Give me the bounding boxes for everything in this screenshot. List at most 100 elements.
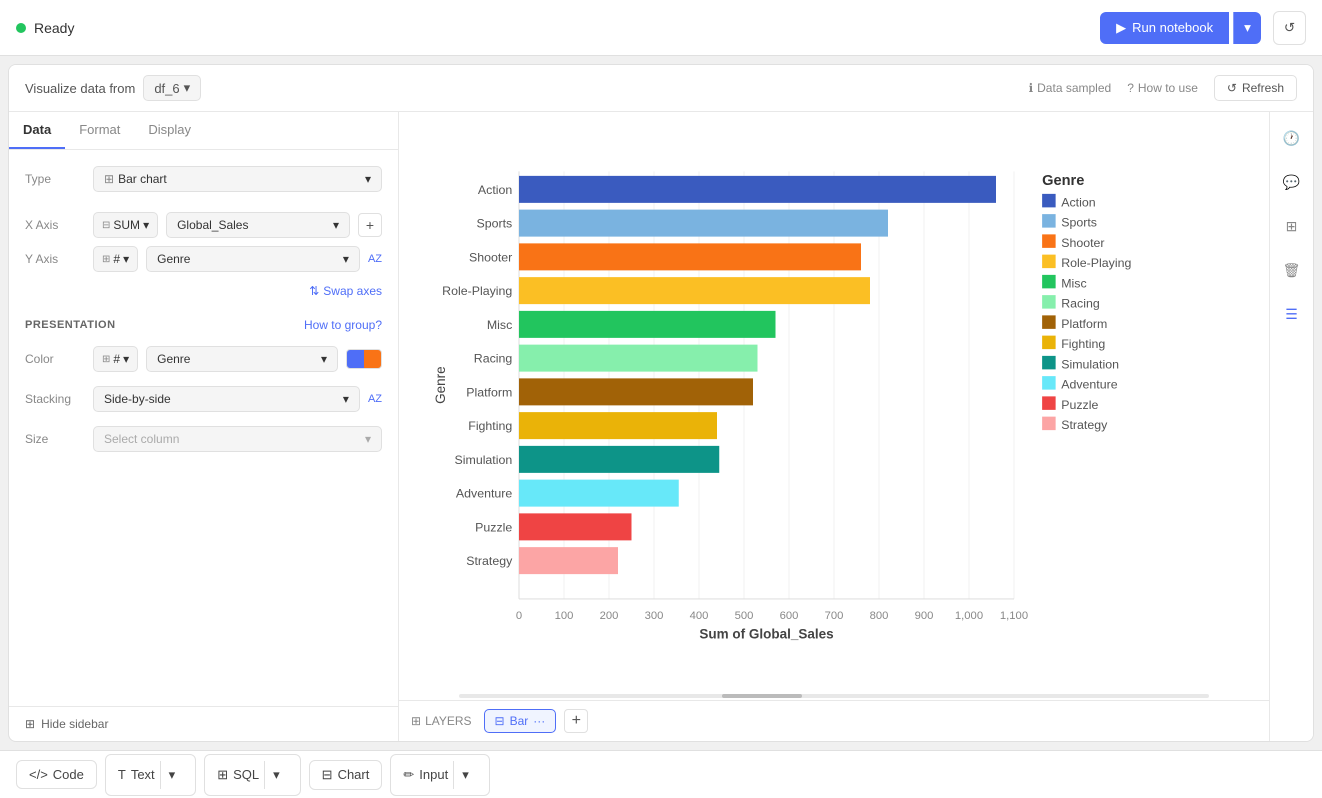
code-button[interactable]: </> Code <box>16 760 97 789</box>
size-select[interactable]: Select column ▾ <box>93 426 382 452</box>
hide-sidebar-icon: ⊞ <box>25 717 35 731</box>
layers-label: ⊞ LAYERS <box>411 714 472 728</box>
sql-button[interactable]: ⊞ SQL ▾ <box>204 754 300 796</box>
svg-text:Role-Playing: Role-Playing <box>442 284 512 298</box>
svg-text:300: 300 <box>645 610 664 622</box>
chart-area: Action Sports Shooter Role-Playing Misc <box>399 112 1269 692</box>
color-label: Color <box>25 352 85 366</box>
add-layer-button[interactable]: + <box>564 709 588 733</box>
size-placeholder: Select column <box>104 432 179 446</box>
color-col-select[interactable]: Genre ▾ <box>146 346 338 372</box>
y-type-hash: # <box>113 252 120 266</box>
x-axis-label: X Axis <box>25 218 85 232</box>
scrollbar-thumb[interactable] <box>722 694 802 698</box>
bar-sports <box>519 210 888 237</box>
svg-text:Fighting: Fighting <box>1061 337 1105 351</box>
bar-platform <box>519 378 753 405</box>
list-icon[interactable]: ☰ <box>1278 300 1306 328</box>
svg-text:1,000: 1,000 <box>955 610 983 622</box>
svg-text:Puzzle: Puzzle <box>1061 398 1098 412</box>
x-agg-select[interactable]: ⊟ SUM ▾ <box>93 212 158 238</box>
svg-text:Shooter: Shooter <box>469 250 512 264</box>
y-col-select[interactable]: Genre ▾ <box>146 246 360 272</box>
svg-text:800: 800 <box>870 610 889 622</box>
y-axis-sort-button[interactable]: AZ <box>368 253 382 265</box>
svg-text:500: 500 <box>735 610 754 622</box>
y-type-select[interactable]: ⊞ # ▾ <box>93 246 138 272</box>
bar-adventure <box>519 480 679 507</box>
type-label: Type <box>25 172 85 186</box>
svg-text:600: 600 <box>780 610 799 622</box>
color-type-select[interactable]: ⊞ # ▾ <box>93 346 138 372</box>
text-button[interactable]: T Text ▾ <box>105 754 196 796</box>
svg-text:400: 400 <box>690 610 709 622</box>
hide-sidebar-label: Hide sidebar <box>41 717 108 731</box>
bar-shooter <box>519 243 861 270</box>
run-notebook-button[interactable]: ▶ Run notebook <box>1100 12 1229 44</box>
bar-puzzle <box>519 513 632 540</box>
df-select[interactable]: df_6 ▾ <box>143 75 201 101</box>
svg-text:Sports: Sports <box>477 217 513 231</box>
stacking-select[interactable]: Side-by-side ▾ <box>93 386 360 412</box>
input-button[interactable]: ✏ Input ▾ <box>390 754 489 796</box>
top-bar: Ready ▶ Run notebook ▾ ↺ <box>0 0 1322 56</box>
svg-text:0: 0 <box>516 610 522 622</box>
x-col-chevron: ▾ <box>333 218 339 232</box>
viz-body: Data Format Display Type ⊞ Bar chart ▾ <box>9 112 1313 741</box>
data-sampled[interactable]: ℹ Data sampled <box>1029 81 1112 95</box>
text-label: Text <box>131 767 155 782</box>
svg-text:Role-Playing: Role-Playing <box>1061 256 1131 270</box>
main-area: Visualize data from df_6 ▾ ℹ Data sample… <box>0 56 1322 750</box>
type-select[interactable]: ⊞ Bar chart ▾ <box>93 166 382 192</box>
svg-text:Simulation: Simulation <box>1061 357 1119 371</box>
how-to-group-link[interactable]: How to group? <box>304 318 382 332</box>
info-icon: ℹ <box>1029 81 1034 95</box>
tab-format[interactable]: Format <box>65 112 134 149</box>
grid-icon[interactable]: ⊞ <box>1278 212 1306 240</box>
layers-bar: ⊞ LAYERS ⊟ Bar ··· + <box>399 700 1269 741</box>
hide-sidebar-button[interactable]: ⊞ Hide sidebar <box>9 706 398 741</box>
how-to-use[interactable]: ? How to use <box>1127 81 1198 95</box>
svg-text:Adventure: Adventure <box>456 487 512 501</box>
sql-dropdown-arrow[interactable]: ▾ <box>264 761 288 789</box>
color-type-icon: ⊞ <box>102 354 110 365</box>
input-label: Input <box>419 767 448 782</box>
x-col-select[interactable]: Global_Sales ▾ <box>166 212 350 238</box>
code-label: Code <box>53 767 84 782</box>
swap-axes-button[interactable]: ⇅ Swap axes <box>309 284 382 298</box>
tab-data[interactable]: Data <box>9 112 65 149</box>
y-axis-row: Y Axis ⊞ # ▾ Genre ▾ AZ <box>25 246 382 272</box>
stacking-sort-button[interactable]: AZ <box>368 393 382 405</box>
bar-strategy <box>519 547 618 574</box>
input-dropdown-arrow[interactable]: ▾ <box>453 761 477 789</box>
svg-text:Action: Action <box>1061 195 1095 209</box>
viz-header-right: ℹ Data sampled ? How to use ↺ Refresh <box>1029 75 1297 101</box>
stacking-value: Side-by-side <box>104 392 171 406</box>
refresh-button[interactable]: ↺ Refresh <box>1214 75 1297 101</box>
color-swatch[interactable] <box>346 349 382 369</box>
comment-icon[interactable]: 💬 <box>1278 168 1306 196</box>
svg-text:Misc: Misc <box>487 318 512 332</box>
svg-text:900: 900 <box>915 610 934 622</box>
y-type-icon: ⊞ <box>102 254 110 265</box>
svg-text:700: 700 <box>825 610 844 622</box>
top-refresh-button[interactable]: ↺ <box>1273 11 1306 45</box>
trash-icon[interactable]: 🗑 <box>1278 256 1306 284</box>
bar-misc <box>519 311 776 338</box>
svg-text:Platform: Platform <box>466 385 512 399</box>
stacking-label: Stacking <box>25 392 85 406</box>
scrollbar-area <box>399 692 1269 700</box>
layer-bar-tab[interactable]: ⊟ Bar ··· <box>484 709 557 733</box>
svg-text:Strategy: Strategy <box>466 554 513 568</box>
svg-text:Racing: Racing <box>474 352 513 366</box>
type-value: Bar chart <box>118 172 167 186</box>
chart-button[interactable]: ⊟ Chart <box>309 760 383 790</box>
clock-icon[interactable]: 🕐 <box>1278 124 1306 152</box>
color-hash: # <box>113 352 120 366</box>
x-axis-add-button[interactable]: + <box>358 213 382 237</box>
svg-text:1,100: 1,100 <box>1000 610 1028 622</box>
svg-text:Puzzle: Puzzle <box>475 520 512 534</box>
run-notebook-dropdown[interactable]: ▾ <box>1233 12 1261 44</box>
text-dropdown-arrow[interactable]: ▾ <box>160 761 184 789</box>
tab-display[interactable]: Display <box>134 112 205 149</box>
